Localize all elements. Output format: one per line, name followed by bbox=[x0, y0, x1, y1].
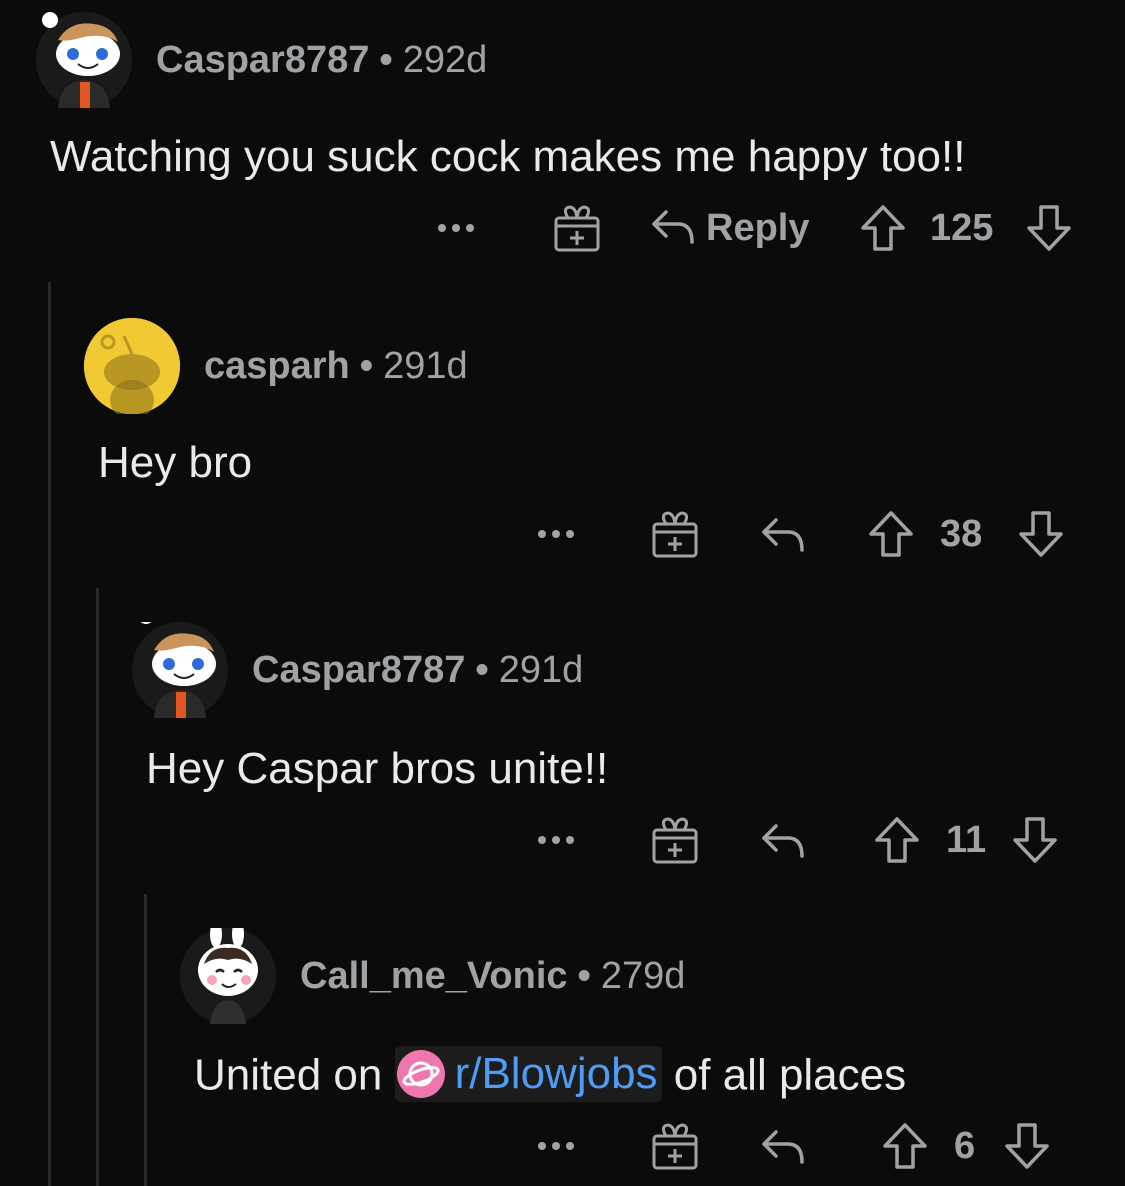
timestamp: 292d bbox=[402, 38, 488, 81]
comment-thread: Caspar8787 • 292d Watching you suck cock m… bbox=[0, 0, 1125, 1186]
timestamp: 291d bbox=[498, 648, 584, 691]
timestamp: 279d bbox=[600, 954, 686, 997]
username[interactable]: Call_me_Vonic bbox=[300, 955, 568, 997]
vote-score: 38 bbox=[940, 512, 983, 555]
comment-text: Watching you suck cock makes me happy to… bbox=[50, 132, 966, 181]
username[interactable]: casparh bbox=[204, 345, 350, 387]
award-icon[interactable] bbox=[652, 1116, 698, 1176]
upvote-icon[interactable] bbox=[882, 1116, 928, 1176]
thread-line[interactable] bbox=[48, 282, 51, 1186]
upvote-icon[interactable] bbox=[860, 198, 906, 258]
comment-text: Hey Caspar bros unite!! bbox=[146, 744, 609, 793]
subreddit-link[interactable]: r/Blowjobs bbox=[394, 1046, 662, 1102]
award-icon[interactable] bbox=[652, 810, 698, 870]
timestamp: 291d bbox=[383, 344, 468, 387]
more-icon[interactable] bbox=[436, 198, 476, 258]
user-avatar[interactable] bbox=[84, 318, 180, 414]
subreddit-name[interactable]: r/Blowjobs bbox=[455, 1049, 658, 1099]
comment-text: United on r/Blowjobs of all places bbox=[194, 1046, 907, 1106]
downvote-icon[interactable] bbox=[1012, 810, 1058, 870]
user-avatar[interactable] bbox=[36, 12, 132, 108]
user-avatar[interactable] bbox=[132, 622, 228, 718]
downvote-icon[interactable] bbox=[1026, 198, 1072, 258]
vote-score: 11 bbox=[946, 818, 987, 861]
award-icon[interactable] bbox=[652, 504, 698, 564]
reply-label: Reply bbox=[706, 206, 810, 249]
separator-dot: • bbox=[379, 38, 393, 81]
comment-text: Hey bro bbox=[98, 438, 253, 487]
comment-text-start: United on bbox=[194, 1050, 395, 1100]
downvote-icon[interactable] bbox=[1004, 1116, 1050, 1176]
reply-button[interactable]: Reply bbox=[650, 198, 809, 258]
vote-score: 6 bbox=[954, 1124, 976, 1167]
reply-icon bbox=[650, 206, 696, 251]
reply-icon[interactable] bbox=[760, 1116, 806, 1176]
username[interactable]: Caspar8787 bbox=[252, 649, 465, 691]
comment-text-end: of all places bbox=[661, 1050, 907, 1100]
subreddit-planet-icon bbox=[396, 1050, 445, 1098]
downvote-icon[interactable] bbox=[1018, 504, 1064, 564]
reply-icon[interactable] bbox=[760, 504, 806, 564]
separator-dot: • bbox=[359, 344, 374, 387]
reply-icon[interactable] bbox=[760, 810, 806, 870]
more-icon[interactable] bbox=[536, 810, 576, 870]
thread-line[interactable] bbox=[96, 588, 99, 1186]
more-icon[interactable] bbox=[536, 1116, 576, 1176]
upvote-icon[interactable] bbox=[868, 504, 914, 564]
award-icon[interactable] bbox=[554, 198, 600, 258]
username[interactable]: Caspar8787 bbox=[156, 39, 369, 81]
user-avatar[interactable] bbox=[180, 928, 276, 1024]
separator-dot: • bbox=[577, 954, 591, 997]
separator-dot: • bbox=[475, 648, 489, 691]
upvote-icon[interactable] bbox=[874, 810, 920, 870]
more-icon[interactable] bbox=[536, 504, 576, 564]
vote-score: 125 bbox=[930, 206, 994, 249]
